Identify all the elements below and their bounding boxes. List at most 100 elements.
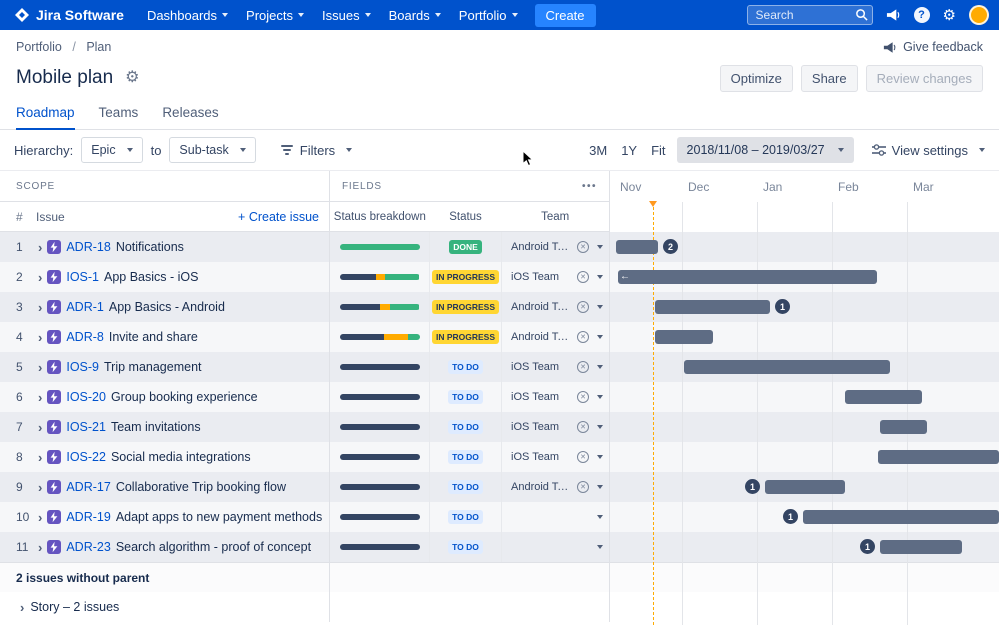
issue-key-link[interactable]: ADR-1 — [66, 300, 104, 314]
zoom-3m-button[interactable]: 3M — [582, 138, 614, 163]
hierarchy-to-dropdown[interactable]: Sub-task — [169, 137, 255, 163]
issue-key-link[interactable]: ADR-8 — [66, 330, 104, 344]
more-options-icon[interactable] — [582, 181, 597, 192]
team-cell[interactable]: iOS Team — [502, 442, 610, 472]
team-cell[interactable] — [502, 502, 610, 532]
issue-key-link[interactable]: ADR-23 — [66, 540, 110, 554]
gantt-bar[interactable] — [618, 270, 877, 284]
remove-team-icon[interactable] — [577, 421, 589, 433]
tab-releases[interactable]: Releases — [162, 98, 218, 130]
chevron-down-icon[interactable] — [597, 545, 603, 549]
team-cell[interactable]: Android Team — [502, 472, 610, 502]
share-button[interactable]: Share — [801, 65, 858, 92]
gantt-bar[interactable] — [765, 480, 845, 494]
expand-chevron-icon[interactable] — [38, 300, 42, 315]
filters-dropdown[interactable]: Filters — [280, 143, 352, 158]
expand-chevron-icon[interactable] — [38, 240, 42, 255]
team-cell[interactable]: iOS Team — [502, 412, 610, 442]
create-issue-link[interactable]: + Create issue — [238, 210, 329, 224]
settings-gear-icon[interactable]: ⚙ — [943, 8, 956, 23]
expand-chevron-icon[interactable] — [38, 270, 42, 285]
nav-menu-projects[interactable]: Projects — [237, 0, 313, 30]
expand-chevron-icon[interactable] — [38, 510, 42, 525]
team-cell[interactable]: iOS Team — [502, 352, 610, 382]
remove-team-icon[interactable] — [577, 331, 589, 343]
breadcrumb-portfolio[interactable]: Portfolio — [16, 40, 62, 54]
issue-key-link[interactable]: IOS-9 — [66, 360, 99, 374]
remove-team-icon[interactable] — [577, 361, 589, 373]
zoom-fit-button[interactable]: Fit — [644, 138, 672, 163]
expand-chevron-icon[interactable] — [38, 450, 42, 465]
remove-team-icon[interactable] — [577, 241, 589, 253]
issue-key-link[interactable]: ADR-19 — [66, 510, 110, 524]
view-settings-dropdown[interactable]: View settings — [872, 143, 985, 158]
expand-chevron-icon[interactable] — [38, 330, 42, 345]
gantt-bar[interactable] — [655, 300, 770, 314]
expand-chevron-icon[interactable] — [38, 390, 42, 405]
gantt-bar[interactable] — [880, 420, 927, 434]
remove-team-icon[interactable] — [577, 271, 589, 283]
team-cell[interactable]: Android Team — [502, 322, 610, 352]
chevron-down-icon[interactable] — [597, 365, 603, 369]
team-cell[interactable]: iOS Team — [502, 382, 610, 412]
tab-roadmap[interactable]: Roadmap — [16, 98, 75, 130]
remove-team-icon[interactable] — [577, 301, 589, 313]
breadcrumb-plan[interactable]: Plan — [86, 40, 111, 54]
nav-menu-portfolio[interactable]: Portfolio — [450, 0, 527, 30]
dependency-badge[interactable]: 1 — [860, 539, 875, 554]
dependency-badge[interactable]: 1 — [775, 299, 790, 314]
remove-team-icon[interactable] — [577, 481, 589, 493]
remove-team-icon[interactable] — [577, 391, 589, 403]
tab-teams[interactable]: Teams — [99, 98, 139, 130]
create-button[interactable]: Create — [535, 4, 596, 27]
gantt-bar[interactable] — [616, 240, 658, 254]
user-avatar[interactable] — [969, 5, 989, 25]
megaphone-icon[interactable] — [886, 8, 901, 22]
issue-key-link[interactable]: IOS-20 — [66, 390, 106, 404]
issue-key-link[interactable]: IOS-21 — [66, 420, 106, 434]
issue-key-link[interactable]: ADR-18 — [66, 240, 110, 254]
issue-key-link[interactable]: IOS-1 — [66, 270, 99, 284]
gantt-bar[interactable] — [684, 360, 890, 374]
chevron-down-icon[interactable] — [597, 395, 603, 399]
chevron-down-icon[interactable] — [597, 425, 603, 429]
gantt-bar[interactable] — [655, 330, 713, 344]
review-changes-button[interactable]: Review changes — [866, 65, 983, 92]
jira-brand[interactable]: Jira Software — [14, 7, 124, 23]
expand-chevron-icon[interactable] — [38, 480, 42, 495]
plan-settings-gear-icon[interactable]: ⚙ — [125, 70, 139, 86]
hierarchy-from-dropdown[interactable]: Epic — [81, 137, 142, 163]
gantt-bar[interactable] — [803, 510, 999, 524]
nav-menu-boards[interactable]: Boards — [380, 0, 450, 30]
chevron-down-icon[interactable] — [597, 335, 603, 339]
give-feedback-button[interactable]: Give feedback — [883, 40, 983, 54]
team-cell[interactable]: Android Team — [502, 232, 610, 262]
dependency-badge[interactable]: 2 — [663, 239, 678, 254]
dependency-badge[interactable]: 1 — [783, 509, 798, 524]
team-cell[interactable]: Android Team — [502, 292, 610, 322]
optimize-button[interactable]: Optimize — [720, 65, 793, 92]
nav-menu-issues[interactable]: Issues — [313, 0, 380, 30]
story-group-toggle[interactable]: Story – 2 issues — [0, 592, 330, 622]
chevron-down-icon[interactable] — [597, 455, 603, 459]
chevron-down-icon[interactable] — [597, 515, 603, 519]
expand-chevron-icon[interactable] — [38, 540, 42, 555]
chevron-down-icon[interactable] — [597, 275, 603, 279]
remove-team-icon[interactable] — [577, 451, 589, 463]
gantt-bar[interactable] — [845, 390, 922, 404]
dependency-badge[interactable]: 1 — [745, 479, 760, 494]
expand-chevron-icon[interactable] — [38, 360, 42, 375]
zoom-1y-button[interactable]: 1Y — [614, 138, 644, 163]
help-icon[interactable]: ? — [914, 7, 930, 23]
gantt-bar[interactable] — [878, 450, 999, 464]
issue-key-link[interactable]: IOS-22 — [66, 450, 106, 464]
gantt-bar[interactable] — [880, 540, 962, 554]
chevron-down-icon[interactable] — [597, 305, 603, 309]
expand-chevron-icon[interactable] — [38, 420, 42, 435]
date-range-button[interactable]: 2018/11/08 – 2019/03/27 — [677, 137, 854, 163]
nav-menu-dashboards[interactable]: Dashboards — [138, 0, 237, 30]
issue-key-link[interactable]: ADR-17 — [66, 480, 110, 494]
team-cell[interactable]: iOS Team — [502, 262, 610, 292]
team-cell[interactable] — [502, 532, 610, 562]
chevron-down-icon[interactable] — [597, 485, 603, 489]
